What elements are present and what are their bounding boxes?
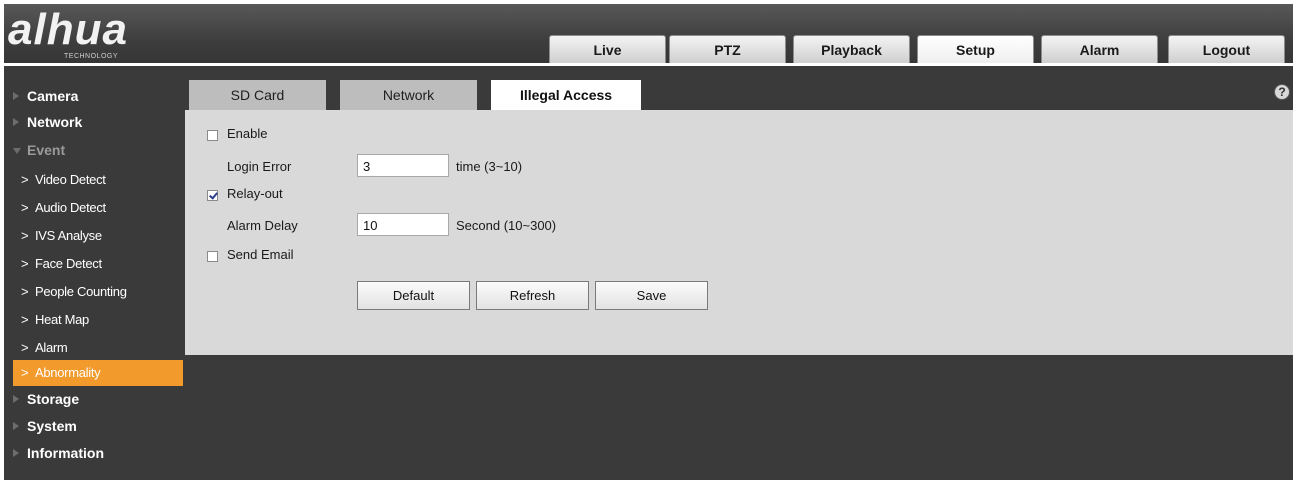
sidebar-item-heat-map[interactable]: > Heat Map bbox=[13, 307, 185, 333]
logo-subtext: TECHNOLOGY bbox=[64, 53, 119, 60]
alarm-delay-hint: Second (10~300) bbox=[456, 218, 557, 233]
enable-checkbox[interactable] bbox=[207, 130, 218, 141]
logo-mark: alhua bbox=[8, 5, 128, 54]
sidebar-item-label: People Counting bbox=[35, 284, 127, 299]
triangle-right-icon bbox=[13, 449, 19, 457]
sidebar-item-ivs-analyse[interactable]: > IVS Analyse bbox=[13, 223, 185, 249]
sidebar-group-information[interactable]: Information bbox=[13, 440, 185, 467]
chevron-right-icon: > bbox=[21, 284, 29, 299]
sidebar-group-network[interactable]: Network bbox=[13, 109, 185, 136]
chevron-right-icon: > bbox=[21, 365, 29, 380]
illegal-access-panel: Enable Login Error time (3~10) Relay-out… bbox=[185, 110, 1293, 355]
chevron-right-icon: > bbox=[21, 256, 29, 271]
sidebar-item-video-detect[interactable]: > Video Detect bbox=[13, 167, 185, 193]
relay-out-checkbox[interactable] bbox=[207, 190, 218, 201]
login-error-label: Login Error bbox=[227, 159, 292, 174]
sidebar-group-label: Event bbox=[27, 142, 66, 158]
tab-illegal-access[interactable]: Illegal Access bbox=[491, 80, 641, 110]
triangle-right-icon bbox=[13, 395, 19, 403]
main-content: SD Card Network Illegal Access ? Enable … bbox=[185, 66, 1293, 480]
nav-tab-live[interactable]: Live bbox=[549, 35, 666, 63]
default-button[interactable]: Default bbox=[357, 281, 470, 310]
nav-tab-alarm[interactable]: Alarm bbox=[1041, 35, 1158, 63]
sidebar-group-camera[interactable]: Camera bbox=[13, 83, 185, 110]
triangle-right-icon bbox=[13, 92, 19, 100]
sidebar-group-event[interactable]: Event bbox=[13, 137, 185, 164]
sidebar-item-abnormality[interactable]: > Abnormality bbox=[13, 360, 183, 386]
sidebar-group-label: Storage bbox=[27, 391, 80, 407]
alarm-delay-label: Alarm Delay bbox=[227, 218, 298, 233]
send-email-checkbox[interactable] bbox=[207, 251, 218, 262]
sidebar-item-label: Audio Detect bbox=[35, 200, 106, 215]
sidebar-item-audio-detect[interactable]: > Audio Detect bbox=[13, 195, 185, 221]
sidebar-item-label: Alarm bbox=[35, 340, 68, 355]
sidebar-item-alarm[interactable]: > Alarm bbox=[13, 335, 185, 361]
logo: alhua TECHNOLOGY bbox=[8, 5, 168, 61]
sidebar-group-label: Network bbox=[27, 114, 83, 130]
nav-tab-logout[interactable]: Logout bbox=[1168, 35, 1285, 63]
nav-tab-ptz[interactable]: PTZ bbox=[669, 35, 786, 63]
sidebar-group-storage[interactable]: Storage bbox=[13, 386, 185, 413]
tab-network[interactable]: Network bbox=[340, 80, 477, 110]
send-email-label: Send Email bbox=[227, 247, 294, 262]
alarm-delay-input[interactable] bbox=[357, 213, 449, 236]
tab-sd-card[interactable]: SD Card bbox=[189, 80, 326, 110]
sidebar-item-label: Abnormality bbox=[35, 365, 101, 380]
login-error-input[interactable] bbox=[357, 154, 449, 177]
top-header: alhua TECHNOLOGY Live PTZ Playback Setup… bbox=[4, 4, 1293, 66]
relay-out-label: Relay-out bbox=[227, 186, 283, 201]
chevron-right-icon: > bbox=[21, 312, 29, 327]
sidebar-group-system[interactable]: System bbox=[13, 413, 185, 440]
question-circle-icon[interactable]: ? bbox=[1274, 84, 1290, 100]
nav-tab-playback[interactable]: Playback bbox=[793, 35, 910, 63]
sidebar-item-face-detect[interactable]: > Face Detect bbox=[13, 251, 185, 277]
triangle-right-icon bbox=[13, 118, 19, 126]
chevron-right-icon: > bbox=[21, 340, 29, 355]
chevron-right-icon: > bbox=[21, 228, 29, 243]
chevron-right-icon: > bbox=[21, 172, 29, 187]
chevron-right-icon: > bbox=[21, 200, 29, 215]
sidebar-group-label: Information bbox=[27, 445, 104, 461]
nav-tab-setup[interactable]: Setup bbox=[917, 35, 1034, 63]
sidebar-item-label: Heat Map bbox=[35, 312, 89, 327]
save-button[interactable]: Save bbox=[595, 281, 708, 310]
sidebar-item-label: Video Detect bbox=[35, 172, 106, 187]
triangle-down-icon bbox=[13, 148, 21, 154]
sidebar: Camera Network Event > Video Detect > Au… bbox=[4, 66, 185, 480]
app-frame: alhua TECHNOLOGY Live PTZ Playback Setup… bbox=[4, 4, 1293, 480]
sidebar-item-people-counting[interactable]: > People Counting bbox=[13, 279, 185, 305]
sidebar-group-label: Camera bbox=[27, 88, 79, 104]
enable-label: Enable bbox=[227, 126, 268, 141]
sidebar-item-label: IVS Analyse bbox=[35, 228, 102, 243]
refresh-button[interactable]: Refresh bbox=[476, 281, 589, 310]
triangle-right-icon bbox=[13, 422, 19, 430]
login-error-hint: time (3~10) bbox=[456, 159, 523, 174]
sidebar-group-label: System bbox=[27, 418, 77, 434]
sidebar-item-label: Face Detect bbox=[35, 256, 102, 271]
